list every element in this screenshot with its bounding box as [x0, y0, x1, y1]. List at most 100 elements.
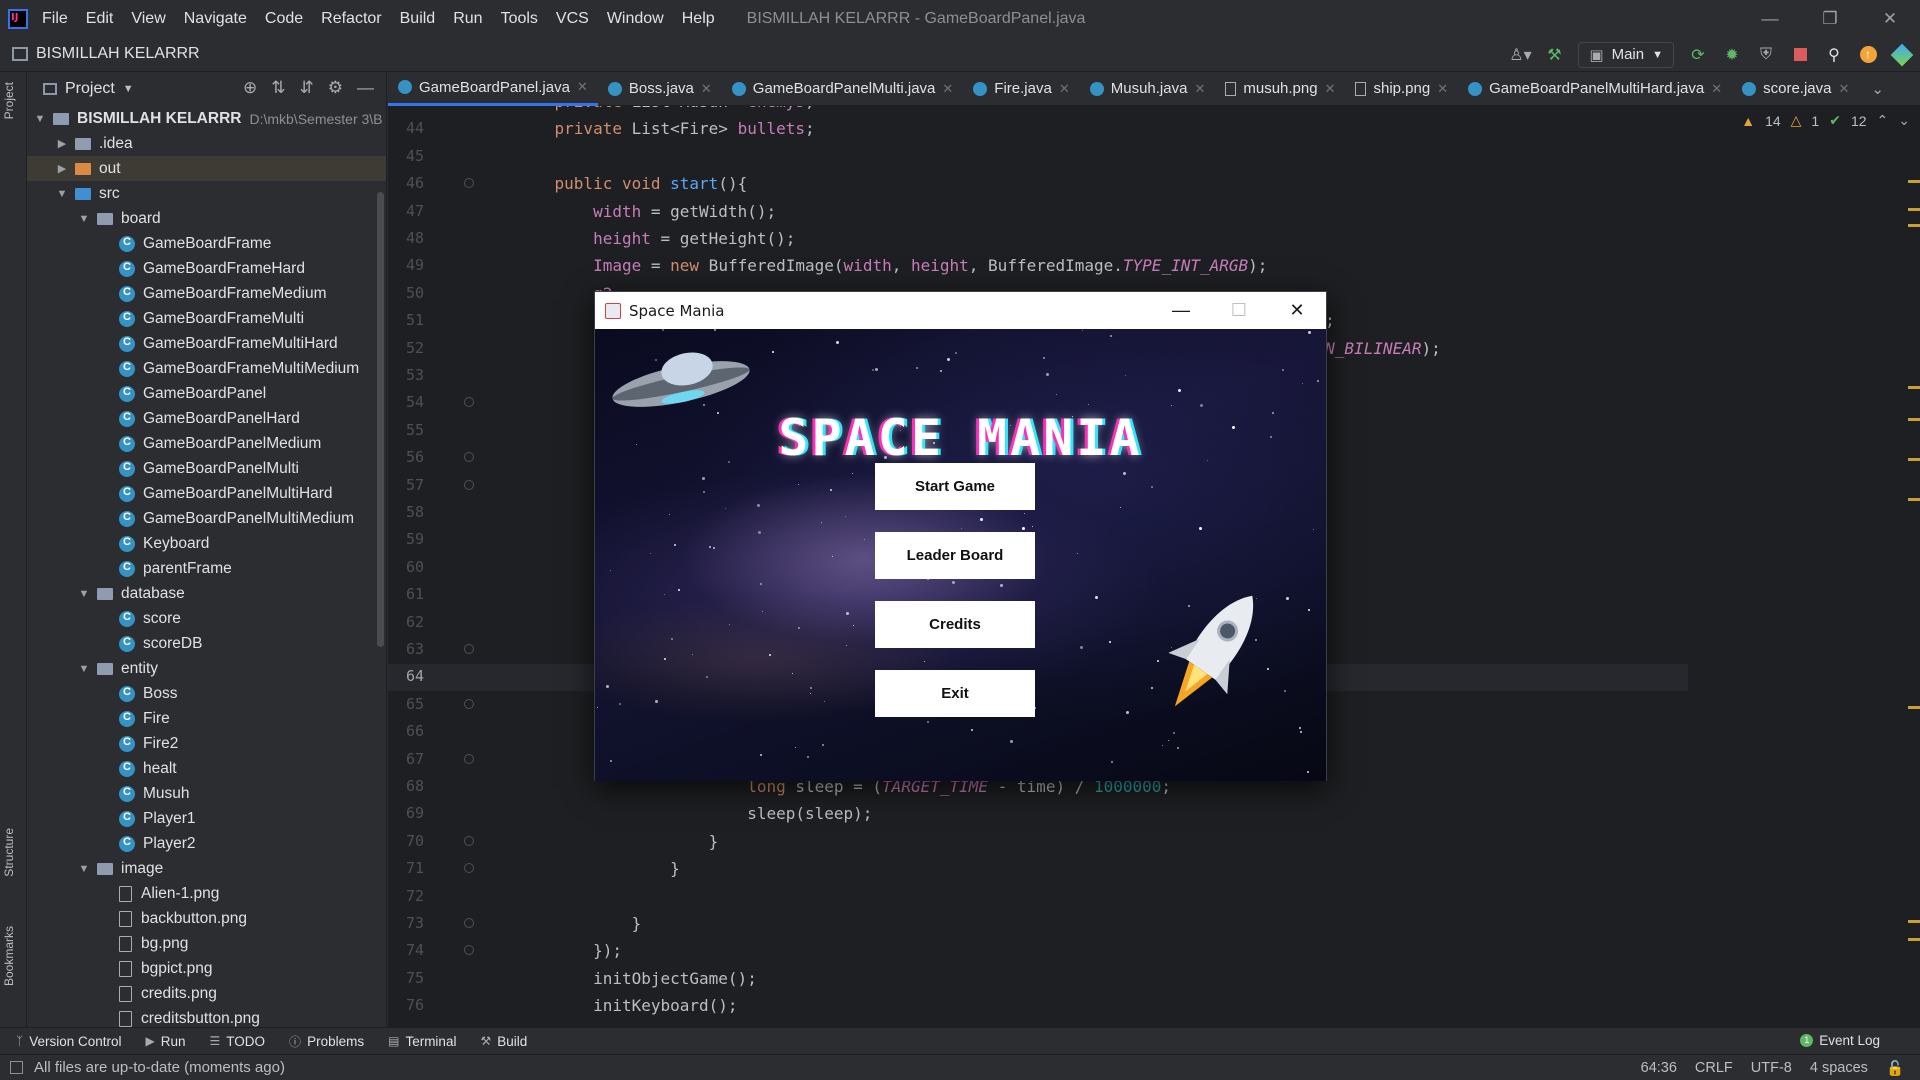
menu-tools[interactable]: Tools — [501, 10, 538, 28]
tree-item[interactable]: GameBoardPanelMulti — [27, 456, 386, 481]
warning-marker[interactable] — [1908, 180, 1920, 183]
editor-tab[interactable]: ship.png ✕ — [1345, 72, 1458, 106]
editor-tab[interactable]: GameBoardPanel.java ✕ — [388, 71, 598, 106]
dialog-titlebar[interactable]: Space Mania — ☐ ✕ — [595, 292, 1326, 329]
coverage-shield-icon[interactable]: ⛨ — [1756, 45, 1776, 65]
code-line[interactable]: initObjectGame(); — [516, 969, 757, 988]
editor-tab[interactable]: score.java ✕ — [1732, 72, 1859, 106]
hide-panel-icon[interactable]: — — [357, 78, 374, 98]
tree-item[interactable]: GameBoardFrameMulti — [27, 306, 386, 331]
project-panel-title[interactable]: Project — [65, 80, 115, 98]
minimize-icon[interactable]: — — [1740, 0, 1800, 37]
caret-position[interactable]: 64:36 — [1641, 1060, 1677, 1076]
project-scrollbar[interactable] — [377, 192, 384, 647]
tree-item[interactable]: GameBoardPanelMultiMedium — [27, 506, 386, 531]
update-icon[interactable]: ↑ — [1858, 45, 1878, 65]
editor-tab[interactable]: musuh.png ✕ — [1215, 72, 1345, 106]
code-line[interactable]: }); — [516, 941, 622, 960]
inspection-widget[interactable]: ▲ 14 △ 1 ✔ 12 ⌃ ⌄ — [1741, 112, 1910, 129]
warning-marker[interactable] — [1908, 418, 1920, 421]
tree-item[interactable]: GameBoardFrameMedium — [27, 281, 386, 306]
code-line[interactable]: } — [516, 914, 642, 933]
chevron-down-icon[interactable]: ▼ — [33, 113, 47, 125]
tree-item[interactable]: ▼ src — [27, 181, 386, 206]
chevron-down-icon[interactable]: ▼ — [77, 863, 91, 875]
tree-item[interactable]: healt — [27, 756, 386, 781]
warning-marker[interactable] — [1908, 386, 1920, 389]
restore-icon[interactable]: ❐ — [1800, 0, 1860, 37]
menu-edit[interactable]: Edit — [86, 10, 114, 28]
toggle-tool-windows-icon[interactable] — [10, 1061, 23, 1074]
tree-item[interactable]: GameBoardPanelHard — [27, 406, 386, 431]
fold-marker-icon[interactable] — [464, 698, 474, 709]
tree-item[interactable]: GameBoardFrame — [27, 231, 386, 256]
tree-item[interactable]: bg.png — [27, 931, 386, 956]
fold-marker-icon[interactable] — [464, 178, 474, 189]
editor-tab[interactable]: Fire.java ✕ — [963, 72, 1079, 106]
menu-help[interactable]: Help — [682, 10, 715, 28]
tree-item[interactable]: GameBoardPanelMedium — [27, 431, 386, 456]
tree-item[interactable]: creditsbutton.png — [27, 1006, 386, 1027]
code-line[interactable]: sleep(sleep); — [516, 804, 872, 823]
tree-item[interactable]: parentFrame — [27, 556, 386, 581]
close-tab-icon[interactable]: ✕ — [1194, 81, 1205, 97]
tree-item[interactable]: GameBoardFrameMultiMedium — [27, 356, 386, 381]
fold-marker-icon[interactable] — [464, 863, 474, 874]
code-line[interactable]: initKeyboard(); — [516, 996, 738, 1015]
code-line[interactable]: private List<Musuh> enemys; — [516, 106, 815, 111]
menu-file[interactable]: File — [42, 10, 68, 28]
chevron-down-icon[interactable]: ▼ — [55, 188, 69, 200]
warning-marker[interactable] — [1908, 458, 1920, 461]
expand-all-icon[interactable]: ⇅ — [271, 78, 285, 98]
tree-item[interactable]: Boss — [27, 681, 386, 706]
tree-item[interactable]: Keyboard — [27, 531, 386, 556]
chevron-up-icon[interactable]: ⌃ — [1877, 112, 1889, 129]
menu-build[interactable]: Build — [400, 10, 436, 28]
close-tab-icon[interactable]: ✕ — [701, 81, 712, 97]
menu-code[interactable]: Code — [265, 10, 303, 28]
rerun-icon[interactable]: ⟳ — [1688, 45, 1708, 65]
tree-item[interactable]: Player1 — [27, 806, 386, 831]
tree-item[interactable]: ▼ database — [27, 581, 386, 606]
leader-board-button[interactable]: Leader Board — [875, 532, 1035, 579]
warning-marker[interactable] — [1908, 938, 1920, 941]
close-icon[interactable]: ✕ — [1268, 292, 1326, 329]
run-configuration-select[interactable]: ▣ Main ▼ — [1578, 41, 1674, 68]
line-separator[interactable]: CRLF — [1695, 1060, 1733, 1076]
close-tab-icon[interactable]: ✕ — [1437, 81, 1448, 97]
tree-item[interactable]: GameBoardPanelMultiHard — [27, 481, 386, 506]
fold-marker-icon[interactable] — [464, 945, 474, 956]
lock-icon[interactable]: 🔓 — [1886, 1060, 1904, 1077]
tree-item[interactable]: GameBoardFrameHard — [27, 256, 386, 281]
hammer-build-icon[interactable]: ⚒ — [1544, 45, 1564, 65]
tree-root[interactable]: ▼ BISMILLAH KELARRR D:\mkb\Semester 3\B — [27, 106, 386, 131]
tree-item[interactable]: Musuh — [27, 781, 386, 806]
menu-vcs[interactable]: VCS — [556, 10, 589, 28]
tree-item[interactable]: Fire — [27, 706, 386, 731]
editor-error-stripe[interactable] — [1906, 106, 1920, 1027]
fold-marker-icon[interactable] — [464, 753, 474, 764]
tree-item[interactable]: ▶ out — [27, 156, 386, 181]
editor-tab[interactable]: GameBoardPanelMultiHard.java ✕ — [1458, 72, 1732, 106]
warning-marker[interactable] — [1908, 208, 1920, 211]
code-line[interactable]: } — [516, 832, 719, 851]
close-tab-icon[interactable]: ✕ — [1059, 81, 1070, 97]
code-line[interactable]: height = getHeight(); — [516, 229, 795, 248]
chevron-down-icon[interactable]: ▼ — [77, 663, 91, 675]
stop-icon[interactable] — [1790, 45, 1810, 65]
close-tab-icon[interactable]: ✕ — [942, 81, 953, 97]
tree-item[interactable]: scoreDB — [27, 631, 386, 656]
tree-item[interactable]: Fire2 — [27, 731, 386, 756]
close-tab-icon[interactable]: ✕ — [577, 79, 588, 95]
close-tab-icon[interactable]: ✕ — [1839, 81, 1850, 97]
stripe-project[interactable]: Project — [2, 82, 16, 119]
tree-item[interactable]: ▼ entity — [27, 656, 386, 681]
code-line[interactable]: public void start(){ — [516, 174, 748, 193]
build-tool[interactable]: ⚒ Build — [480, 1034, 527, 1049]
tree-item[interactable]: ▼ image — [27, 856, 386, 881]
tabs-overflow-icon[interactable]: ⌄ — [1871, 80, 1884, 98]
menu-window[interactable]: Window — [607, 10, 664, 28]
credits-button[interactable]: Credits — [875, 601, 1035, 648]
minimize-icon[interactable]: — — [1152, 292, 1210, 329]
menu-run[interactable]: Run — [453, 10, 482, 28]
